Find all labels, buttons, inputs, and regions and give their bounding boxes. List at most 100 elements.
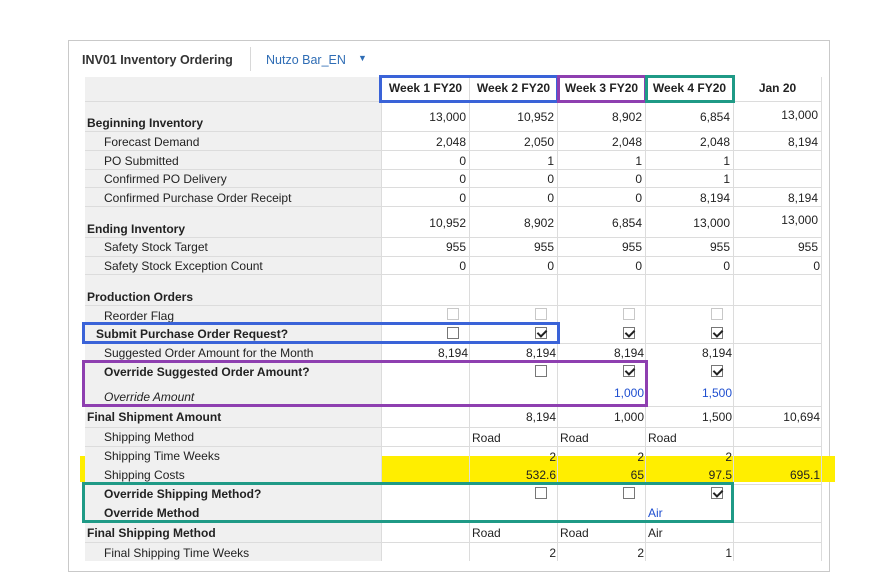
reorder-flag-checkbox[interactable]: [447, 308, 459, 320]
column-header-jan20[interactable]: Jan 20: [734, 77, 822, 101]
grid-line: [85, 274, 822, 275]
annotation-box-week-3: [557, 75, 647, 103]
grid-line: [85, 305, 822, 306]
cell-value[interactable]: 955: [650, 240, 730, 254]
cell-value[interactable]: 10,952: [474, 110, 554, 124]
override-amount-input[interactable]: 1,500: [652, 386, 732, 400]
cell-value[interactable]: 65: [564, 468, 644, 482]
reorder-flag-checkbox[interactable]: [535, 308, 547, 320]
grid-line: [85, 169, 822, 170]
cell-value[interactable]: 0: [386, 154, 466, 168]
cell-value[interactable]: 13,000: [738, 108, 818, 122]
cell-value[interactable]: 0: [474, 172, 554, 186]
row-label-ending-inventory: Ending Inventory: [87, 222, 186, 236]
grid-line: [85, 150, 822, 151]
version-selector[interactable]: Nutzo Bar_EN: [266, 53, 346, 67]
cell-value[interactable]: 8,194: [476, 346, 556, 360]
cell-value[interactable]: 8,194: [738, 191, 818, 205]
cell-value[interactable]: 6,854: [650, 110, 730, 124]
cell-value[interactable]: 8,194: [388, 346, 468, 360]
cell-value[interactable]: 1: [650, 154, 730, 168]
cell-value[interactable]: 0: [562, 172, 642, 186]
cell-value[interactable]: 1,500: [652, 410, 732, 424]
page-title: INV01 Inventory Ordering: [82, 53, 233, 67]
cell-value[interactable]: 8,902: [474, 216, 554, 230]
row-label-po-submitted: PO Submitted: [104, 154, 179, 168]
cell-value[interactable]: 0: [740, 259, 820, 273]
grid-line: [85, 131, 822, 132]
chevron-down-icon[interactable]: ▼: [358, 53, 367, 63]
cell-value[interactable]: 0: [386, 191, 466, 205]
row-label-shipping-time-weeks: Shipping Time Weeks: [104, 449, 220, 463]
annotation-box-submit-po: [82, 322, 560, 344]
submit-po-checkbox[interactable]: [711, 327, 723, 339]
cell-value[interactable]: 2,048: [386, 135, 466, 149]
cell-value[interactable]: 6,854: [562, 216, 642, 230]
row-label-production-orders: Production Orders: [87, 290, 194, 304]
cell-value[interactable]: 955: [562, 240, 642, 254]
cell-value[interactable]: 8,194: [476, 410, 556, 424]
cell-value[interactable]: 1: [652, 546, 732, 560]
cell-value[interactable]: 2: [564, 450, 644, 464]
cell-value[interactable]: 8,194: [738, 135, 818, 149]
submit-po-checkbox[interactable]: [623, 327, 635, 339]
cell-value[interactable]: 8,194: [564, 346, 644, 360]
cell-value[interactable]: 1: [562, 154, 642, 168]
annotation-box-override-shipping: [82, 482, 734, 523]
cell-value[interactable]: 1: [474, 154, 554, 168]
cell-value[interactable]: 2: [652, 450, 732, 464]
cell-value[interactable]: 13,000: [386, 110, 466, 124]
cell-value[interactable]: 2,050: [474, 135, 554, 149]
cell-value[interactable]: 0: [386, 259, 466, 273]
cell-value[interactable]: 1: [650, 172, 730, 186]
cell-value[interactable]: Road: [560, 431, 589, 445]
cell-value[interactable]: Road: [472, 526, 501, 540]
cell-value[interactable]: 0: [650, 259, 730, 273]
cell-value[interactable]: 2: [476, 450, 556, 464]
reorder-flag-checkbox[interactable]: [711, 308, 723, 320]
cell-value[interactable]: 695.1: [740, 468, 820, 482]
cell-value[interactable]: Air: [648, 526, 663, 540]
cell-value[interactable]: 0: [562, 191, 642, 205]
cell-value[interactable]: 1,000: [564, 410, 644, 424]
grid-line: [85, 446, 822, 447]
cell-value[interactable]: 532.6: [476, 468, 556, 482]
cell-value[interactable]: 955: [386, 240, 466, 254]
cell-value[interactable]: Road: [472, 431, 501, 445]
cell-value[interactable]: 0: [474, 191, 554, 205]
annotation-box-weeks-1-2: [379, 75, 559, 103]
row-label-final-shipping-time-weeks: Final Shipping Time Weeks: [104, 546, 250, 560]
cell-value[interactable]: Road: [648, 431, 677, 445]
row-label-confirmed-po-receipt: Confirmed Purchase Order Receipt: [104, 191, 292, 205]
cell-value[interactable]: 8,194: [652, 346, 732, 360]
row-label-safety-stock-target: Safety Stock Target: [104, 240, 208, 254]
cell-value[interactable]: 13,000: [650, 216, 730, 230]
cell-value[interactable]: 0: [562, 259, 642, 273]
override-suggested-checkbox[interactable]: [711, 365, 723, 377]
cell-value[interactable]: 8,902: [562, 110, 642, 124]
row-label-shipping-method: Shipping Method: [104, 430, 195, 444]
cell-value[interactable]: 2: [476, 546, 556, 560]
reorder-flag-checkbox[interactable]: [623, 308, 635, 320]
cell-value[interactable]: 955: [474, 240, 554, 254]
cell-value[interactable]: 2,048: [650, 135, 730, 149]
cell-value[interactable]: 0: [474, 259, 554, 273]
cell-value[interactable]: 97.5: [652, 468, 732, 482]
cell-value[interactable]: Road: [560, 526, 589, 540]
grid-line: [85, 206, 822, 207]
cell-value[interactable]: 13,000: [738, 213, 818, 227]
row-label-confirmed-po-delivery: Confirmed PO Delivery: [104, 172, 227, 186]
cell-value[interactable]: 10,952: [386, 216, 466, 230]
cell-value[interactable]: 8,194: [650, 191, 730, 205]
row-label-suggested-order-amount: Suggested Order Amount for the Month: [104, 346, 314, 360]
cell-value[interactable]: 2: [564, 546, 644, 560]
cell-value[interactable]: 2,048: [562, 135, 642, 149]
cell-value[interactable]: 10,694: [740, 410, 820, 424]
grid-line: [85, 542, 822, 543]
cell-value[interactable]: 955: [738, 240, 818, 254]
row-label-safety-stock-exception: Safety Stock Exception Count: [104, 259, 263, 273]
grid-line: [85, 237, 822, 238]
cell-value[interactable]: 0: [386, 172, 466, 186]
grid-line: [85, 187, 822, 188]
panel-header: INV01 Inventory Ordering Nutzo Bar_EN ▼: [69, 41, 829, 75]
